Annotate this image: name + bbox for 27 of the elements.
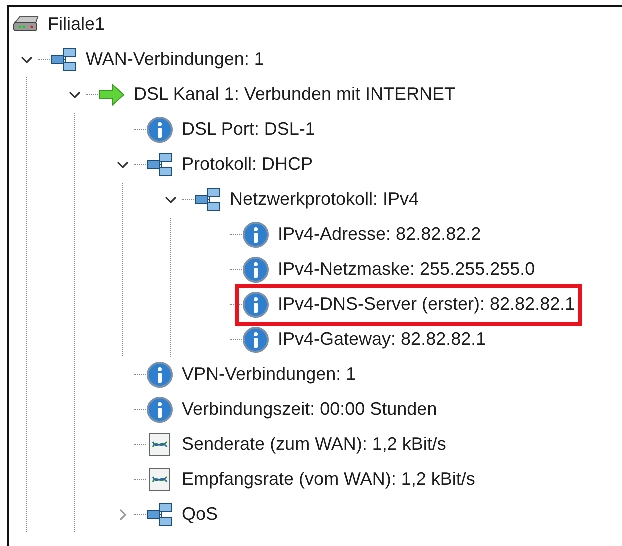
tree-item-label[interactable]: IPv4-Netzmaske: 255.255.255.0 — [278, 256, 536, 283]
tree-item-label[interactable]: WAN-Verbindungen: 1 — [86, 46, 264, 73]
chevron-right-icon[interactable] — [117, 508, 129, 520]
info-icon — [242, 256, 270, 284]
tree-item-label[interactable]: DSL Port: DSL-1 — [182, 116, 316, 143]
info-icon — [146, 360, 174, 388]
network-icon — [50, 46, 78, 74]
network-icon — [146, 500, 174, 528]
tree-item-label[interactable]: DSL Kanal 1: Verbunden mit INTERNET — [134, 81, 456, 108]
tree-item-label[interactable]: Verbindungszeit: 00:00 Stunden — [182, 396, 438, 423]
tree-item-label[interactable]: IPv4-Gateway: 82.82.82.1 — [278, 326, 486, 353]
info-icon — [146, 396, 174, 424]
tree-item-label[interactable]: Senderate (zum WAN): 1,2 kBit/s — [182, 431, 446, 458]
network-icon — [146, 150, 174, 178]
tree-item-label[interactable]: IPv4-Adresse: 82.82.82.2 — [278, 221, 482, 248]
tree-item-label[interactable]: IPv4-DNS-Server (erster): 82.82.82.1 — [278, 291, 576, 318]
info-icon — [242, 326, 270, 354]
network-icon — [194, 186, 222, 214]
tree-item-label[interactable]: Empfangsrate (vom WAN): 1,2 kBit/s — [182, 466, 476, 493]
tree-item-label[interactable]: Filiale1 — [48, 11, 106, 38]
info-icon — [242, 220, 270, 248]
info-icon — [242, 290, 270, 318]
tree-item-label[interactable]: Netzwerkprotokoll: IPv4 — [230, 186, 420, 213]
tree-item-label[interactable]: QoS — [182, 501, 218, 528]
tree-item-label[interactable]: VPN-Verbindungen: 1 — [182, 361, 356, 388]
info-icon — [146, 116, 174, 144]
tree-item-label[interactable]: Protokoll: DHCP — [182, 151, 314, 178]
